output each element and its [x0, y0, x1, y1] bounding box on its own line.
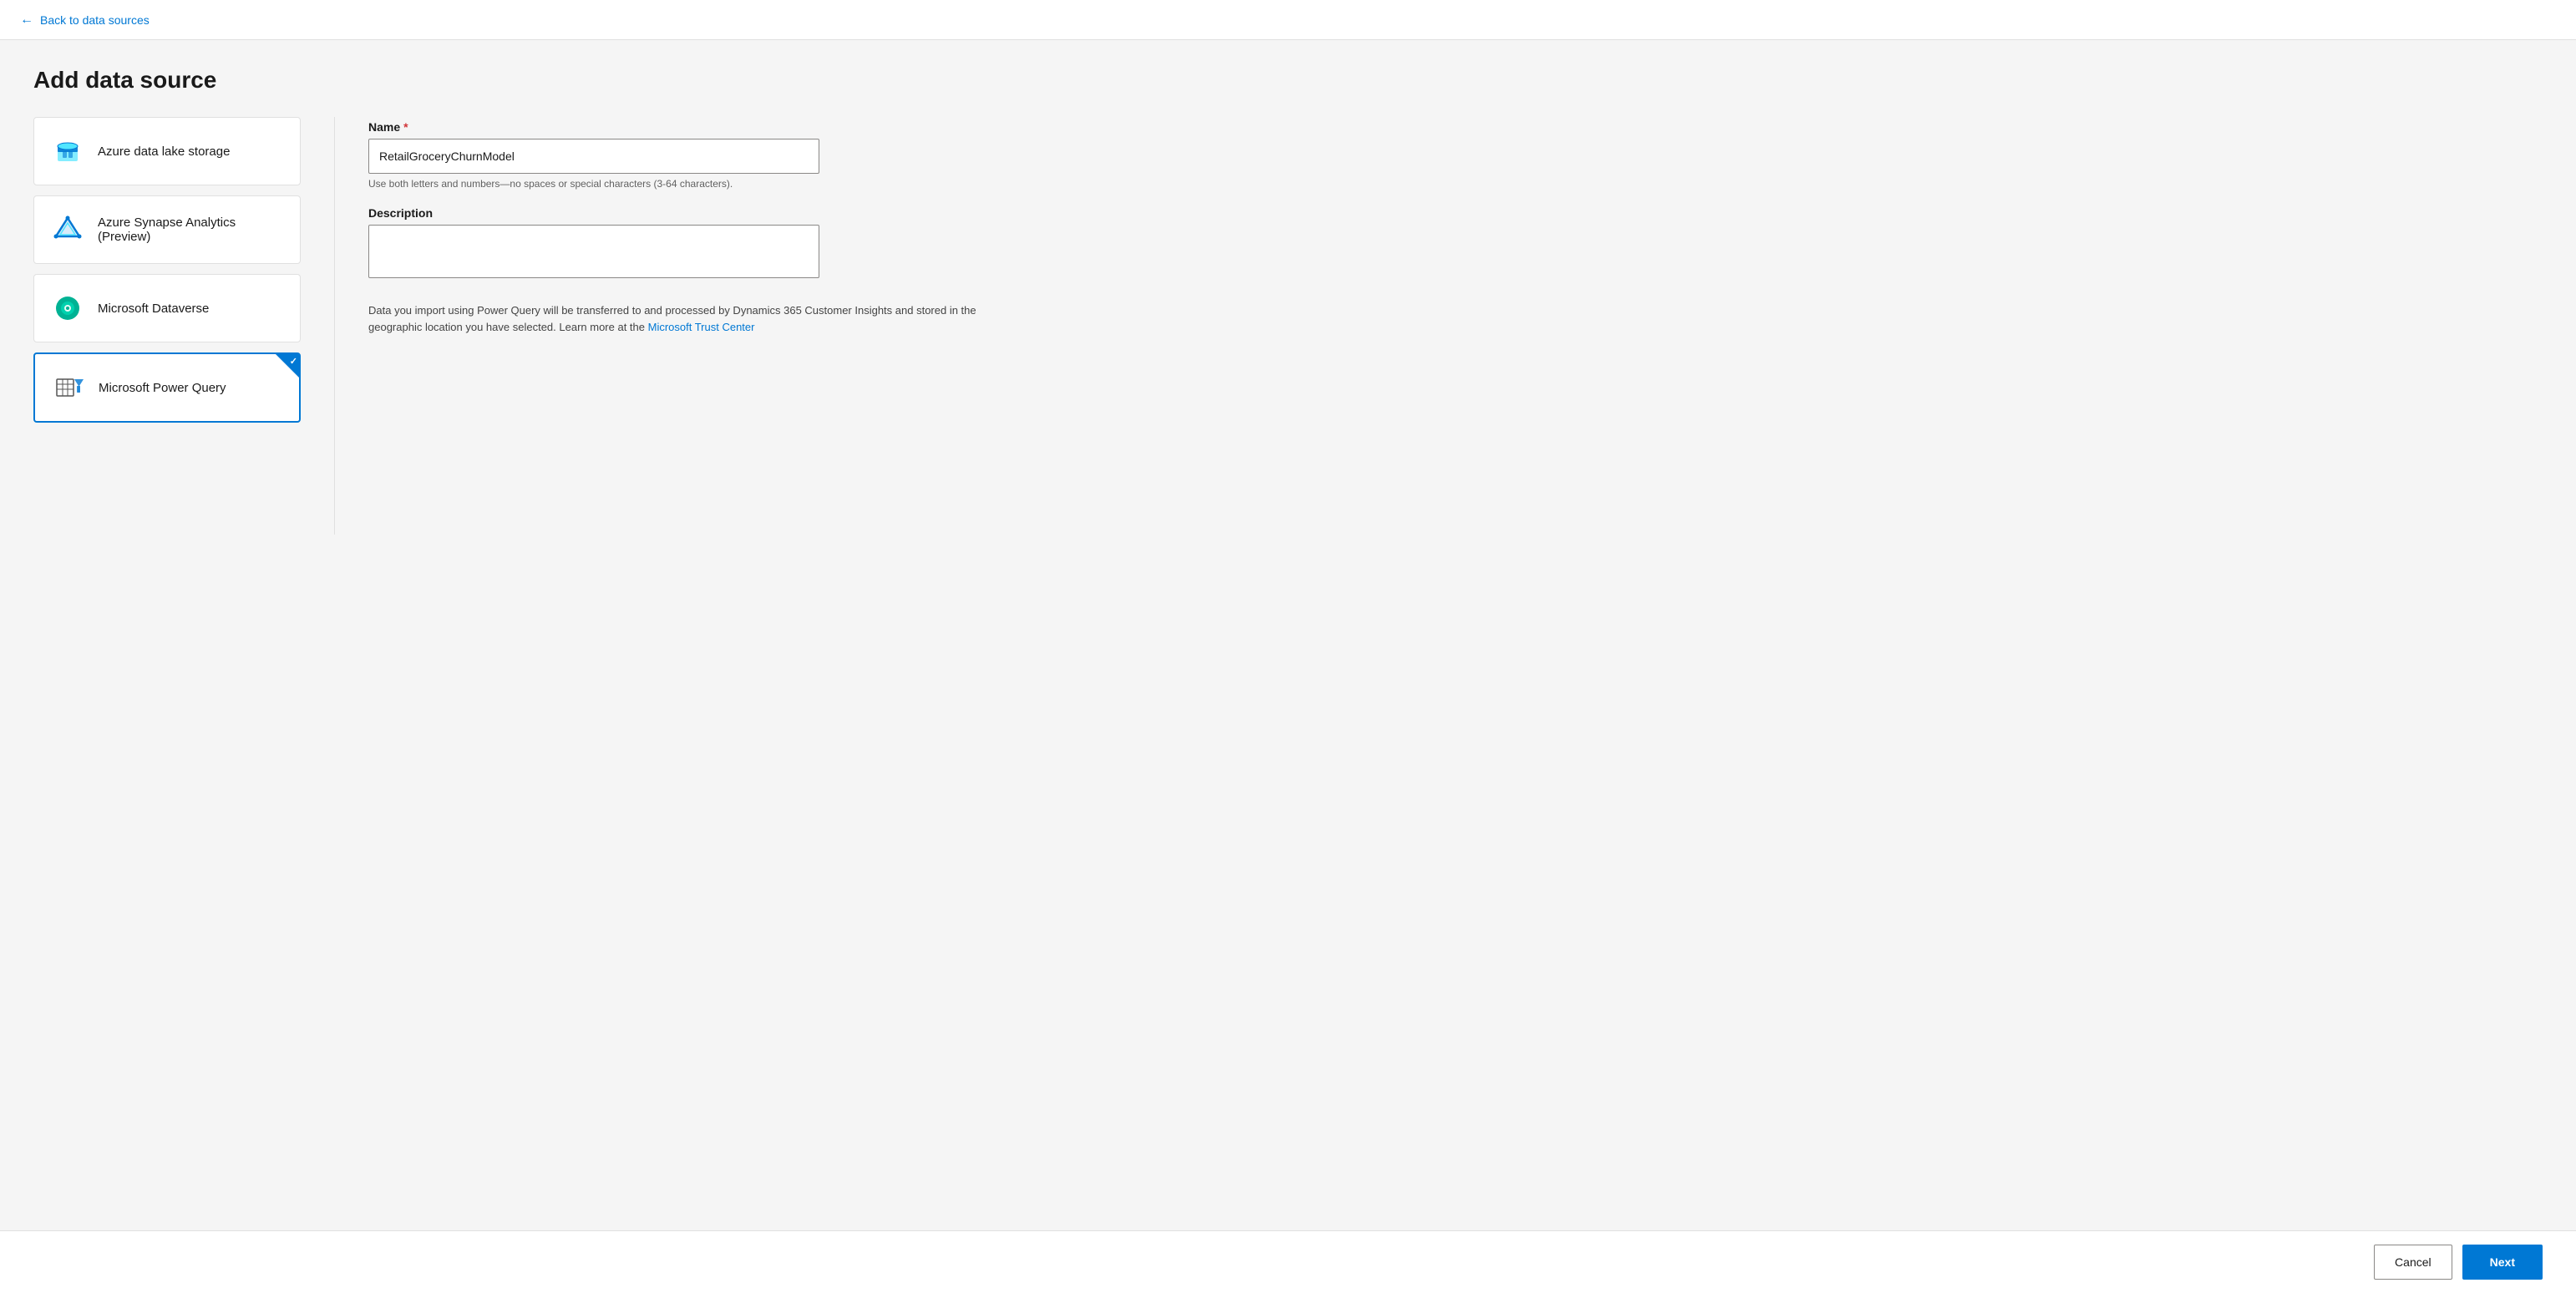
source-card-dataverse[interactable]: Microsoft Dataverse [33, 274, 301, 342]
content-layout: Azure data lake storage Azure Synapse An… [33, 117, 2543, 535]
synapse-icon [51, 213, 84, 246]
required-star: * [403, 120, 408, 134]
footer: Cancel Next [0, 1230, 2576, 1293]
source-card-azure-lake-label: Azure data lake storage [98, 145, 230, 159]
trust-center-link[interactable]: Microsoft Trust Center [648, 321, 755, 333]
top-nav: ← Back to data sources [0, 0, 2576, 40]
name-field-hint: Use both letters and numbers—no spaces o… [368, 178, 2543, 190]
back-arrow-icon: ← [20, 13, 33, 28]
source-card-dataverse-label: Microsoft Dataverse [98, 302, 209, 316]
source-card-synapse-label: Azure Synapse Analytics (Preview) [98, 216, 283, 244]
source-card-synapse[interactable]: Azure Synapse Analytics (Preview) [33, 195, 301, 264]
source-list: Azure data lake storage Azure Synapse An… [33, 117, 301, 423]
cancel-button[interactable]: Cancel [2374, 1245, 2452, 1280]
source-card-powerquery[interactable]: Microsoft Power Query [33, 352, 301, 423]
page-title: Add data source [33, 67, 2543, 94]
azure-lake-icon [51, 134, 84, 168]
back-link-label: Back to data sources [40, 13, 150, 27]
description-field-label: Description [368, 206, 2543, 220]
main-content: Add data source Azure data lake [0, 40, 2576, 1230]
form-panel: Name * Use both letters and numbers—no s… [368, 117, 2543, 335]
name-field-group: Name * Use both letters and numbers—no s… [368, 120, 2543, 190]
description-field-group: Description [368, 206, 2543, 282]
section-divider [334, 117, 335, 535]
description-input[interactable] [368, 225, 819, 278]
info-text: Data you import using Power Query will b… [368, 302, 1003, 335]
name-field-label: Name * [368, 120, 2543, 134]
dataverse-icon [51, 292, 84, 325]
selected-badge [276, 354, 299, 378]
source-card-powerquery-label: Microsoft Power Query [99, 381, 226, 395]
source-card-azure-lake[interactable]: Azure data lake storage [33, 117, 301, 185]
back-to-sources-link[interactable]: ← Back to data sources [20, 13, 150, 28]
powerquery-icon [52, 371, 85, 404]
name-input[interactable] [368, 139, 819, 174]
next-button[interactable]: Next [2462, 1245, 2543, 1280]
